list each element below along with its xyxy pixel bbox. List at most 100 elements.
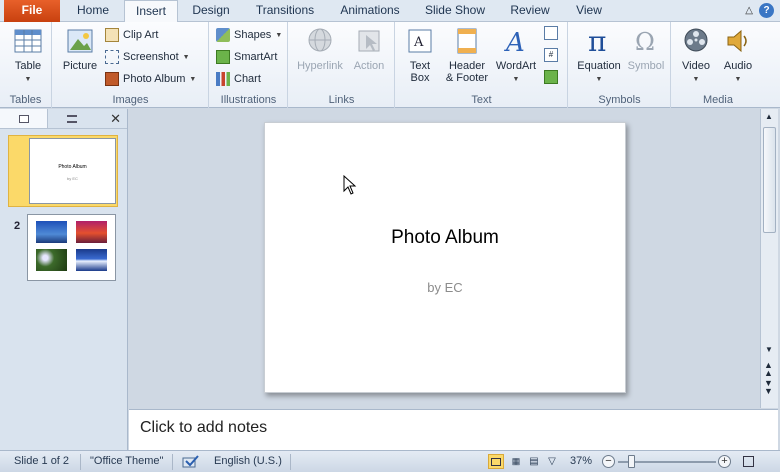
table-icon [14, 29, 42, 53]
zoom-in-icon[interactable]: + [718, 455, 731, 468]
wordart-button[interactable]: A WordArt ▼ [494, 26, 538, 86]
action-button[interactable]: Action [349, 26, 389, 72]
vertical-scrollbar[interactable]: ▲ ▼ ▲ ▲ ▼ ▼ [760, 109, 778, 408]
smartart-button[interactable]: SmartArt [216, 48, 277, 66]
equation-button[interactable]: π Equation ▼ [573, 26, 625, 86]
group-tables: Table ▼ Tables [0, 22, 52, 108]
tab-view[interactable]: View [564, 0, 614, 22]
group-images: Picture Clip Art Screenshot ▼ Photo Album… [53, 22, 209, 108]
thumb-photo-wave [76, 249, 107, 271]
reading-view-icon[interactable]: ▤ [526, 454, 542, 469]
slide-editing-area: Photo Album by EC [129, 109, 760, 408]
screenshot-dropdown-icon: ▼ [182, 53, 190, 61]
smartart-label: SmartArt [234, 51, 278, 63]
group-label-text: Text [471, 94, 492, 106]
tab-file[interactable]: File [4, 0, 60, 22]
date-time-icon[interactable] [544, 26, 558, 40]
scroll-up-arrow-icon[interactable]: ▲ [765, 112, 773, 121]
film-reel-icon [684, 28, 708, 52]
zoom-out-icon[interactable]: − [602, 455, 615, 468]
symbol-label: Symbol [627, 60, 665, 72]
header-footer-button[interactable]: Header & Footer [442, 26, 492, 84]
text-box-label-line2: Box [410, 72, 430, 84]
current-slide[interactable]: Photo Album by EC [264, 122, 626, 393]
table-button[interactable]: Table ▼ [8, 26, 48, 86]
zoom-slider-thumb[interactable] [628, 455, 635, 468]
next-slide-icon[interactable]: ▼ ▼ [764, 379, 773, 396]
notes-pane[interactable]: Click to add notes [129, 409, 778, 450]
object-icon[interactable] [544, 70, 558, 84]
slides-tab[interactable] [0, 109, 48, 128]
chart-button[interactable]: Chart [216, 70, 261, 88]
pi-icon: π [588, 26, 606, 56]
clip-art-button[interactable]: Clip Art [105, 26, 158, 44]
shapes-button[interactable]: Shapes ▼ [216, 26, 282, 44]
chart-icon [216, 72, 230, 86]
slide-thumbnail-2-canvas [27, 214, 116, 281]
previous-slide-icon[interactable]: ▲ ▲ [764, 361, 773, 378]
scroll-down-arrow-icon[interactable]: ▼ [765, 345, 773, 354]
zoom-level[interactable]: 37% [570, 455, 592, 467]
slide-sorter-view-icon[interactable]: ▦ [508, 454, 524, 469]
slide-number-icon[interactable]: # [544, 48, 558, 62]
slide-thumbnail-1[interactable]: Photo Album by EC [8, 135, 118, 207]
tab-transitions[interactable]: Transitions [246, 0, 324, 22]
theme-status[interactable]: "Office Theme" [90, 455, 163, 467]
video-button[interactable]: Video ▼ [676, 26, 716, 86]
outline-tab[interactable] [48, 109, 96, 128]
normal-view-icon[interactable] [488, 454, 504, 469]
status-divider [172, 454, 173, 470]
shapes-dropdown-icon: ▼ [275, 31, 283, 39]
minimize-ribbon-icon[interactable]: △ [745, 5, 753, 16]
ribbon: Table ▼ Tables Picture Clip Art Screensho… [0, 22, 780, 108]
smartart-icon [216, 50, 230, 64]
slide-thumbnail-2[interactable] [27, 214, 117, 282]
scrollbar-thumb[interactable] [763, 127, 776, 233]
wordart-dropdown-icon: ▼ [512, 76, 520, 83]
photo-album-label: Photo Album [123, 73, 186, 85]
tab-insert[interactable]: Insert [124, 0, 178, 23]
header-footer-label-line2: & Footer [445, 72, 489, 84]
slide-title[interactable]: Photo Album [265, 227, 625, 249]
speaker-icon [727, 29, 747, 53]
picture-icon [67, 29, 93, 53]
tab-slide-show[interactable]: Slide Show [414, 0, 496, 22]
clip-art-icon [105, 28, 119, 42]
mouse-cursor-icon [343, 175, 357, 195]
hyperlink-button[interactable]: Hyperlink [295, 26, 345, 72]
tab-review[interactable]: Review [500, 0, 560, 22]
slide-subtitle[interactable]: by EC [265, 280, 625, 295]
status-divider [290, 454, 291, 470]
screenshot-button[interactable]: Screenshot ▼ [105, 48, 190, 66]
group-symbols: π Equation ▼ Ω Symbol Symbols [569, 22, 671, 108]
audio-button[interactable]: Audio ▼ [718, 26, 758, 86]
shapes-label: Shapes [234, 29, 272, 41]
slide-show-view-icon[interactable]: ▽ [544, 454, 560, 469]
audio-dropdown-icon: ▼ [734, 76, 742, 83]
symbol-button[interactable]: Ω Symbol [625, 26, 667, 72]
tab-home[interactable]: Home [64, 0, 122, 22]
text-box-button[interactable]: A Text Box [402, 26, 438, 84]
group-label-media: Media [703, 94, 733, 106]
fit-to-window-icon[interactable] [740, 454, 756, 469]
picture-label: Picture [62, 60, 98, 72]
proofing-check-icon[interactable] [182, 454, 200, 471]
help-icon[interactable]: ? [759, 3, 774, 18]
slide-number-2: 2 [14, 220, 21, 232]
group-media: Video ▼ Audio ▼ Media [672, 22, 764, 108]
group-label-symbols: Symbols [598, 94, 641, 106]
svg-text:Ω: Ω [635, 28, 655, 56]
picture-button[interactable]: Picture [59, 26, 101, 72]
tab-animations[interactable]: Animations [328, 0, 412, 22]
slides-panel: ✕ 1 Photo Album by EC 2 [0, 109, 128, 450]
close-icon[interactable]: ✕ [110, 111, 121, 127]
photo-album-icon [105, 72, 119, 86]
group-illustrations: Shapes ▼ SmartArt Chart Illustrations [210, 22, 288, 108]
table-dropdown-icon: ▼ [24, 76, 32, 83]
tab-design[interactable]: Design [180, 0, 242, 22]
thumb-1-subtitle: by EC [67, 176, 78, 181]
omega-icon: Ω [635, 28, 655, 56]
photo-album-button[interactable]: Photo Album ▼ [105, 70, 196, 88]
thumb-photo-blue-mountains [36, 221, 67, 243]
language-status[interactable]: English (U.S.) [214, 455, 282, 467]
